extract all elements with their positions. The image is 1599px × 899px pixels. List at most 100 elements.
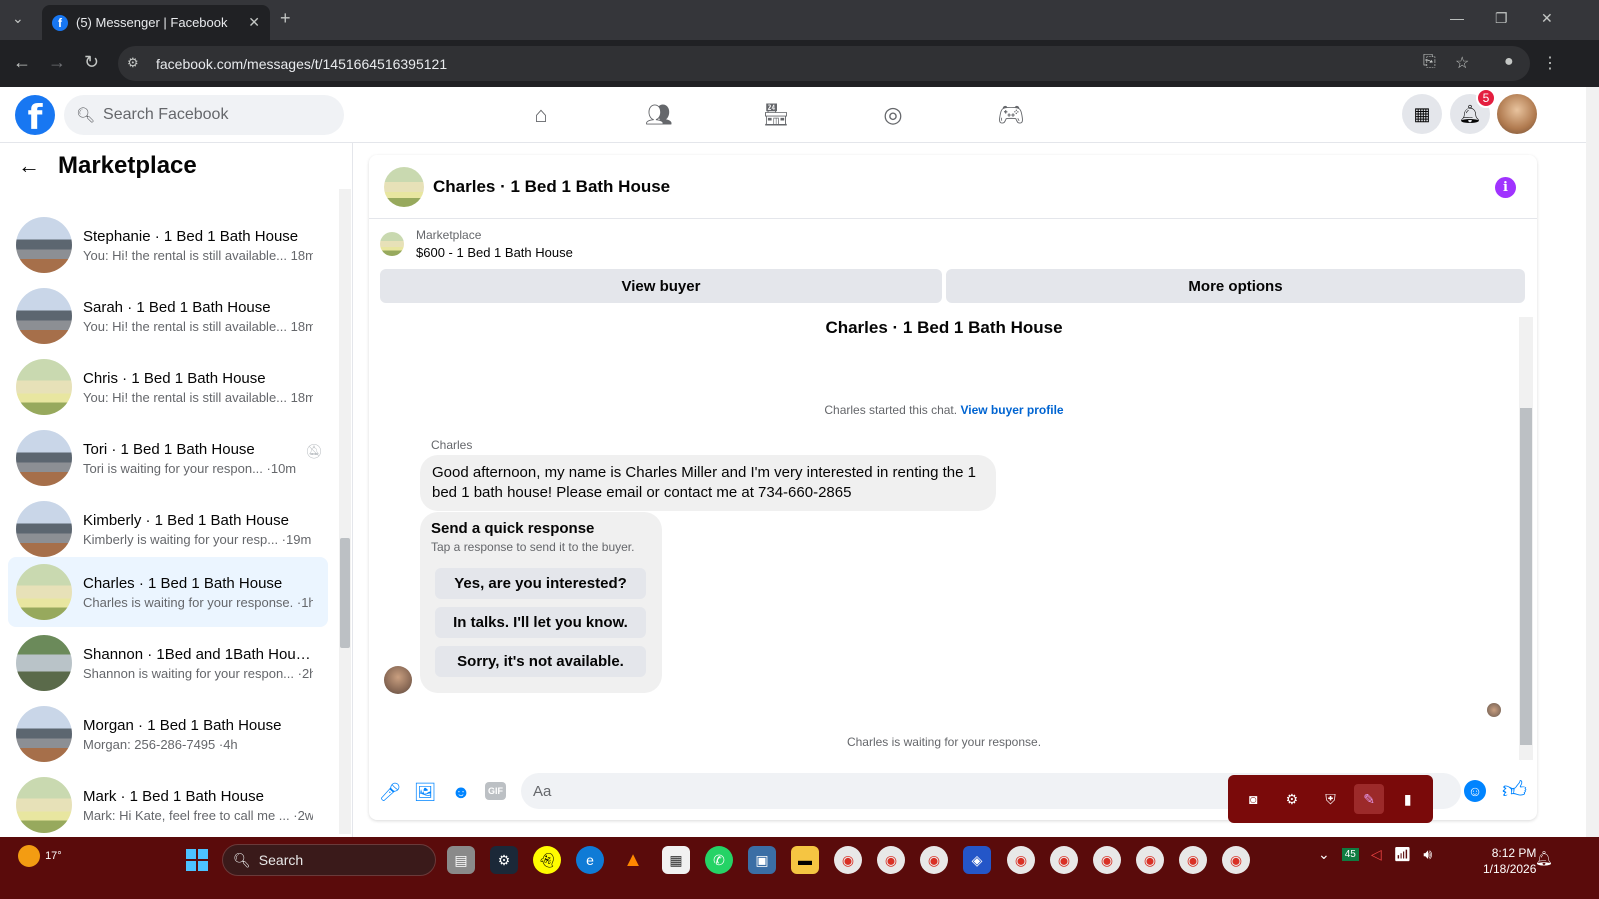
edge-icon[interactable]: e [576,846,604,874]
wifi-icon[interactable]: 📶︎ [1394,846,1412,863]
marketplace-icon[interactable]: 🏪︎ [758,100,794,130]
conversation-text: Chris · 1 Bed 1 Bath House You: Hi! the r… [83,370,313,405]
sender-avatar[interactable] [384,666,412,694]
conversation-item[interactable]: Chris · 1 Bed 1 Bath House You: Hi! the r… [8,352,328,422]
tray-overflow-chevron-icon[interactable]: ⌄ [1318,846,1330,863]
taskbar-search[interactable]: 🔍︎ Search [222,844,436,876]
restore-icon[interactable]: ❐ [1495,10,1508,27]
tray-arrow-icon[interactable]: ◁ [1371,846,1382,863]
chrome-icon[interactable]: ◉ [920,846,948,874]
install-app-icon[interactable]: ⎘ [1423,53,1436,71]
conversation-item[interactable]: Morgan · 1 Bed 1 Bath House Morgan: 256-2… [8,699,328,769]
conversation-text: Sarah · 1 Bed 1 Bath House You: Hi! the r… [83,299,313,334]
bookmark-star-icon[interactable]: ☆ [1455,53,1469,73]
notification-center-icon[interactable]: 🔔︎ [1535,850,1553,867]
feather-icon[interactable]: ✎ [1354,784,1385,814]
whatsapp-icon[interactable]: ✆ [705,846,733,874]
minimize-icon[interactable]: — [1450,10,1464,26]
volume-icon[interactable]: 🔊︎ [1423,846,1432,863]
reload-icon[interactable]: ↻ [84,52,99,73]
view-buyer-button[interactable]: View buyer [380,269,942,303]
back-arrow-icon[interactable]: ← [18,153,40,179]
browser-menu-icon[interactable]: ⋮ [1542,53,1558,73]
close-window-icon[interactable]: ✕ [1541,10,1553,27]
chrome-icon[interactable]: ◉ [877,846,905,874]
vlc-icon[interactable]: ▲ [619,846,647,874]
menu-grid-icon[interactable]: ▦ [1402,94,1442,134]
chrome-icon[interactable]: ◉ [1136,846,1164,874]
facebook-favicon-icon: f [52,14,68,31]
sticker-icon[interactable]: ☻ [449,780,473,804]
view-buyer-profile-link[interactable]: View buyer profile [960,403,1063,417]
chrome-icon[interactable]: ◉ [1050,846,1078,874]
task-view-icon[interactable]: ▤ [447,846,475,874]
conversation-item[interactable]: Tori · 1 Bed 1 Bath House Tori is waiting… [8,423,328,493]
app-icon[interactable]: ◈ [963,846,991,874]
gaming-icon[interactable]: 🎮︎ [993,100,1029,130]
conversation-text: Stephanie · 1 Bed 1 Bath House You: Hi! t… [83,228,313,263]
chat-avatar[interactable] [384,166,424,207]
conversation-item[interactable]: Mark · 1 Bed 1 Bath House Mark: Hi Kate, … [8,770,328,837]
weather-widget[interactable]: 17° [18,845,62,867]
tray-app-badge[interactable]: 45 [1341,848,1359,861]
snapchat-icon[interactable]: 👻︎ [533,846,561,874]
info-icon[interactable]: i [1495,177,1516,198]
chrome-icon[interactable]: ◉ [1093,846,1121,874]
conversation-item[interactable]: Charles · 1 Bed 1 Bath House Charles is w… [8,557,328,627]
chrome-icon[interactable]: ◉ [1179,846,1207,874]
screenshot-icon[interactable]: ◙ [1238,784,1268,814]
conversation-name: Shannon · 1Bed and 1Bath Hous... [83,645,313,663]
steam-icon[interactable]: ⚙ [1277,784,1307,814]
sidebar-scrollbar[interactable] [339,189,351,834]
site-settings-icon[interactable]: ⚙ [127,55,139,71]
taskbar-clock[interactable]: 8:12 PM 1/18/2026 [1483,845,1536,877]
quick-reply-button[interactable]: Yes, are you interested? [435,568,646,599]
chat-scroll-thumb[interactable] [1520,408,1532,745]
store-icon[interactable]: ▦ [662,846,690,874]
steam-app-icon[interactable]: ⚙ [490,846,518,874]
close-tab-icon[interactable]: ✕ [248,14,260,31]
windows-start-icon[interactable] [186,849,208,871]
file-explorer-icon[interactable]: ▬ [791,846,819,874]
conversation-preview: Kimberly is waiting for your resp... ·19… [83,531,312,547]
conversation-item[interactable]: Kimberly · 1 Bed 1 Bath House Kimberly is… [8,494,328,564]
new-tab-icon[interactable]: + [280,8,291,29]
conversation-avatar [16,430,72,486]
tab-search-icon[interactable]: ⌄ [12,10,24,27]
forward-icon[interactable]: → [48,52,66,73]
photo-icon[interactable]: 🖼︎ [413,780,437,804]
conversation-avatar [16,217,72,273]
facebook-search-input[interactable]: 🔍︎ Search Facebook [64,95,344,135]
more-options-button[interactable]: More options [946,269,1525,303]
shield-icon[interactable]: ⛨ [1315,784,1345,814]
emoji-icon[interactable]: ☺ [1464,780,1486,802]
chrome-icon[interactable]: ◉ [1007,846,1035,874]
home-icon[interactable]: ⌂ [523,100,559,130]
url-input[interactable]: facebook.com/messages/t/1451664516395121 [118,46,1530,81]
app-window-icon[interactable]: ▣ [748,846,776,874]
facebook-logo-icon[interactable]: f [15,95,55,135]
groups-icon[interactable]: ◎ [875,100,911,130]
quick-reply-button[interactable]: In talks. I'll let you know. [435,607,646,638]
chrome-icon[interactable]: ◉ [1222,846,1250,874]
profile-icon[interactable]: ● [1504,53,1514,71]
friends-icon[interactable]: 👥︎ [641,100,677,130]
chat-title[interactable]: Charles · 1 Bed 1 Bath House [433,177,670,197]
listing-summary: Marketplace $600 - 1 Bed 1 Bath House [380,228,573,260]
chrome-icon[interactable]: ◉ [834,846,862,874]
conversation-item[interactable]: Shannon · 1Bed and 1Bath Hous... Shannon … [8,628,328,698]
page-scrollbar[interactable] [1586,87,1599,837]
quick-reply-button[interactable]: Sorry, it's not available. [435,646,646,677]
gif-icon[interactable]: GIF [485,782,506,800]
like-thumb-icon[interactable]: 👍︎ [1502,777,1527,805]
back-icon[interactable]: ← [13,52,31,73]
audio-bars-icon[interactable]: ▮ [1393,784,1423,814]
sidebar-scroll-thumb[interactable] [340,538,350,648]
browser-tab[interactable]: f (5) Messenger | Facebook ✕ [42,5,270,40]
conversation-preview: You: Hi! the rental is still available..… [83,318,313,334]
conversation-text: Kimberly · 1 Bed 1 Bath House Kimberly is… [83,512,313,547]
conversation-item[interactable]: Sarah · 1 Bed 1 Bath House You: Hi! the r… [8,281,328,351]
microphone-icon[interactable]: 🎤︎ [378,780,402,804]
account-avatar[interactable] [1497,94,1537,134]
conversation-item[interactable]: Stephanie · 1 Bed 1 Bath House You: Hi! t… [8,210,328,280]
